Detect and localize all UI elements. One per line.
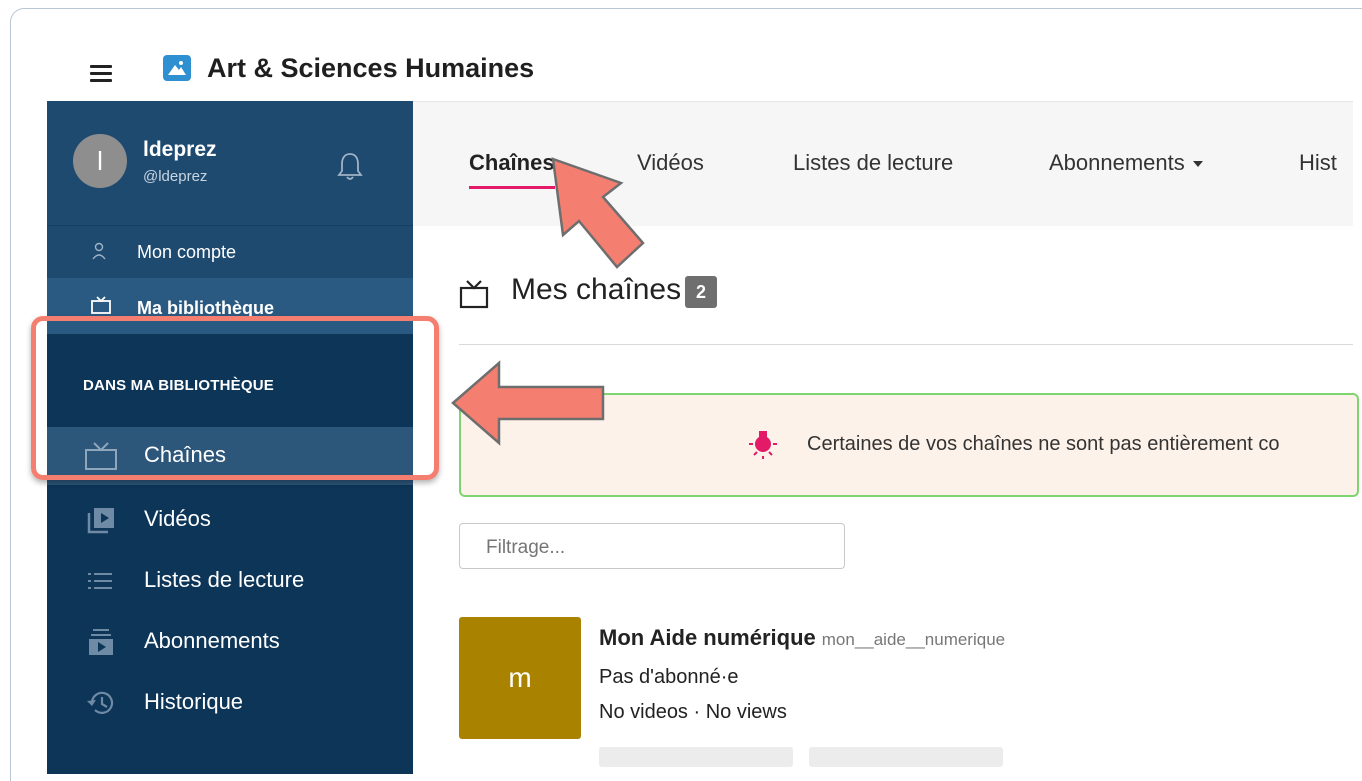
alert-text: Certaines de vos chaînes ne sont pas ent… (807, 433, 1280, 455)
channel-subscribers: Pas d'abonné·e (599, 666, 739, 688)
annotation-arrow-up (551, 157, 645, 269)
channel-title[interactable]: Mon Aide numérique mon__aide__numerique (599, 625, 1005, 651)
tab-subscriptions[interactable]: Abonnements (1049, 150, 1203, 176)
channel-stats: No videos · No views (599, 701, 787, 723)
app-frame: Art & Sciences Humaines l ldeprez @ldepr… (10, 8, 1362, 781)
username[interactable]: ldeprez (143, 138, 217, 162)
tab-playlists[interactable]: Listes de lecture (793, 150, 953, 176)
list-icon (84, 566, 118, 596)
channel-avatar[interactable]: m (459, 617, 581, 739)
channel-name[interactable]: Mon Aide numérique (599, 625, 816, 650)
channel-action-button[interactable] (809, 747, 1003, 767)
annotation-highlight-box (31, 316, 439, 480)
avatar[interactable]: l (73, 134, 127, 188)
annotation-arrow-left (451, 360, 605, 446)
sidebar-item-label: Abonnements (144, 628, 280, 653)
channel-action-button[interactable] (599, 747, 793, 767)
sidebar-item-subscriptions[interactable]: Abonnements (47, 613, 413, 671)
sidebar-item-videos[interactable]: Vidéos (47, 491, 413, 549)
tab-history[interactable]: Hist (1299, 150, 1337, 176)
video-library-icon (84, 505, 118, 535)
tab-label: Abonnements (1049, 150, 1185, 175)
tv-icon (459, 279, 489, 314)
sidebar-item-label: Mon compte (137, 242, 237, 262)
sidebar-item-label: Vidéos (144, 506, 211, 531)
history-icon (84, 688, 118, 718)
count-badge: 2 (685, 276, 717, 308)
filter-input[interactable] (484, 536, 828, 560)
user-icon (91, 242, 107, 265)
user-handle: @ldeprez (143, 168, 208, 185)
sidebar-item-account[interactable]: Mon compte (47, 225, 413, 278)
sidebar-item-label: Listes de lecture (144, 567, 305, 592)
subscriptions-icon (84, 627, 118, 657)
bell-icon[interactable] (337, 151, 363, 186)
lightbulb-icon (743, 425, 783, 470)
sidebar-item-label: Historique (144, 689, 244, 714)
profile-panel: l ldeprez @ldeprez (47, 101, 413, 225)
chevron-down-icon (1192, 161, 1203, 168)
sidebar-item-history[interactable]: Historique (47, 674, 413, 732)
filter-field[interactable] (459, 523, 845, 569)
sidebar-item-playlists[interactable]: Listes de lecture (47, 552, 413, 610)
channel-slug: mon__aide__numerique (821, 630, 1006, 649)
divider (459, 344, 1353, 345)
